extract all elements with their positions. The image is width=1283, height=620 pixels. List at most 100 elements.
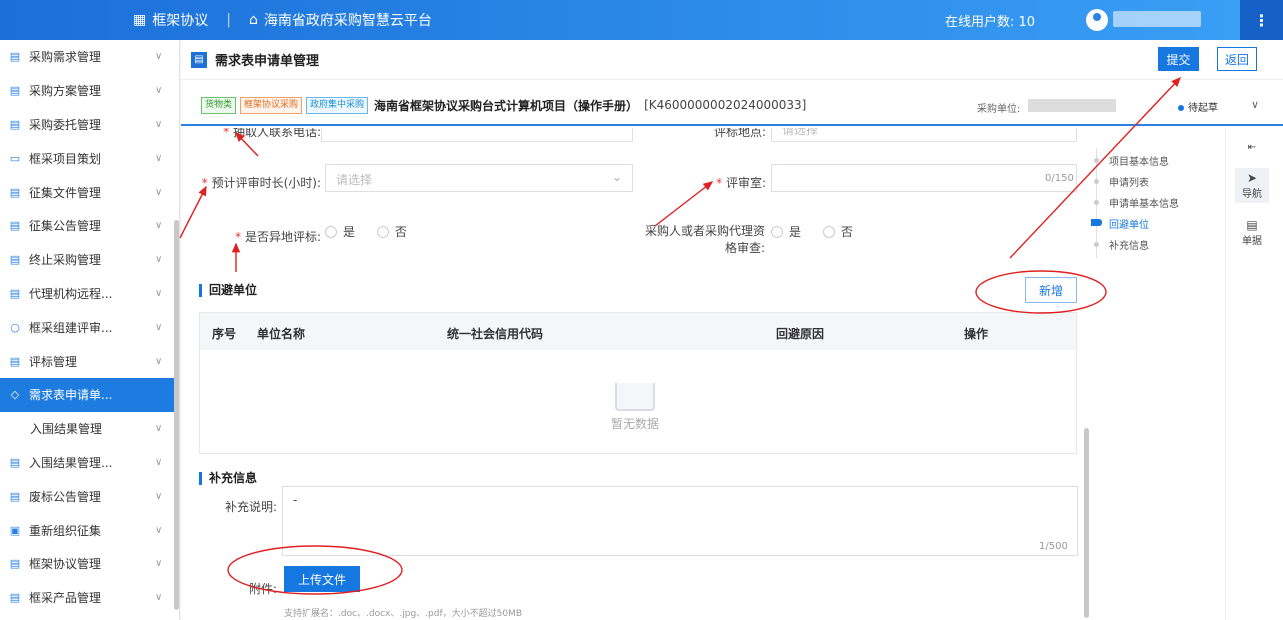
sidebar-item[interactable]: 入围结果管理 ∨ <box>0 412 179 446</box>
sidebar-item[interactable]: ▤ 终止采购管理 ∨ <box>0 243 179 277</box>
sidebar-item[interactable]: ▤ 评标管理 ∨ <box>0 344 179 378</box>
doc-icon: ▤ <box>9 557 21 571</box>
place-select[interactable]: 请选择 <box>771 128 1077 142</box>
sidebar-item[interactable]: ◇ 需求表申请单... <box>0 377 179 412</box>
anchor-dot <box>1094 158 1099 163</box>
form-icon: ▤ <box>191 51 207 68</box>
anchor-nav: 项目基本信息 申请列表 申请单基本信息 回避单位 补充信息 <box>1091 128 1221 328</box>
sidebar-item[interactable]: ▤ 框架协议管理 ∨ <box>0 547 179 581</box>
tag-framework: 框架协议采购 <box>240 96 303 114</box>
top-bar: ▦ 框架协议 | ⌂ 海南省政府采购智慧云平台 在线用户数: 10 ⋮ <box>0 0 1283 40</box>
chevron-down-icon: ∨ <box>155 254 163 266</box>
phone-input[interactable] <box>321 128 633 142</box>
doc-icon: ▤ <box>9 219 21 233</box>
chevron-down-icon: ∨ <box>155 287 163 299</box>
anchor-project-info[interactable]: 项目基本信息 <box>1109 153 1169 168</box>
avoid-units-table: 序号 单位名称 统一社会信用代码 回避原因 操作 暂无数据 <box>199 312 1077 454</box>
section-supplement: 补充信息 <box>199 472 257 485</box>
anchor-apply-info[interactable]: 申请单基本信息 <box>1109 195 1179 210</box>
username-redacted[interactable] <box>1113 11 1201 27</box>
desc-textarea[interactable]: - <box>282 486 1078 556</box>
chevron-down-icon: ∨ <box>155 118 163 130</box>
avatar[interactable] <box>1086 9 1108 31</box>
sidebar-item[interactable]: ▤ 框采产品管理 ∨ <box>0 581 179 615</box>
doc-icon: ▤ <box>9 455 21 469</box>
sidebar: ▤ 采购需求管理 ∨ ▤ 采购方案管理 ∨ ▤ 采购委托管理 ∨ ▭ 框采项目策划 ∨ ▤ 征集文件管理 ∨… <box>0 40 180 620</box>
sidebar-item[interactable]: ▤ 入围结果管理... ∨ <box>0 446 179 480</box>
desc-label: 补充说明: <box>224 500 277 514</box>
anchor-avoid-units[interactable]: 回避单位 <box>1109 216 1149 231</box>
doc-icon: ▤ <box>9 253 21 267</box>
sidebar-item[interactable]: ▤ 采购委托管理 ∨ <box>0 108 179 142</box>
nav-button[interactable]: ➤ 导航 <box>1235 168 1269 203</box>
empty-state: 暂无数据 <box>605 383 665 432</box>
platform-name[interactable]: 海南省政府采购智慧云平台 <box>264 10 432 30</box>
sidebar-item[interactable]: ▤ 征集文件管理 ∨ <box>0 175 179 209</box>
navigate-icon: ➤ <box>1246 171 1258 185</box>
brand-label[interactable]: 框架协议 <box>152 10 208 30</box>
collapse-icon[interactable]: ⇤ <box>1235 142 1269 153</box>
online-users: 在线用户数: 10 <box>945 15 1036 30</box>
upload-button[interactable]: 上传文件 <box>284 566 360 592</box>
purchase-unit-label: 采购单位: <box>977 104 1021 115</box>
sidebar-item[interactable]: ▤ 废标公告管理 ∨ <box>0 479 179 513</box>
duration-select[interactable]: 请选择 ⌄ <box>325 164 633 192</box>
doc-icon: ▤ <box>9 84 21 98</box>
sidebar-menu: ▤ 采购需求管理 ∨ ▤ 采购方案管理 ∨ ▤ 采购委托管理 ∨ ▭ 框采项目策划 ∨ ▤ 征集文件管理 ∨… <box>0 40 179 615</box>
anchor-apply-list[interactable]: 申请列表 <box>1109 174 1149 189</box>
doc-label: 单据 <box>1242 236 1262 247</box>
radio-yes[interactable] <box>325 226 337 238</box>
status-badge: 待起草 <box>1178 99 1218 114</box>
phone-label: * 抽取人联系电话: <box>223 128 321 139</box>
page-title: 需求表申请单管理 <box>215 54 320 69</box>
remote-label: * 是否异地评标: <box>235 230 321 244</box>
submit-button[interactable]: 提交 <box>1158 47 1199 71</box>
doc-icon: ▤ <box>9 117 21 131</box>
sidebar-item-label: 评标管理 <box>29 354 78 369</box>
chevron-down-icon: ∨ <box>155 558 163 570</box>
sidebar-item[interactable]: ○ 框采组建评审... ∨ <box>0 310 179 344</box>
sidebar-scrollbar[interactable] <box>174 220 179 610</box>
sidebar-item[interactable]: ▭ 框采项目策划 ∨ <box>0 141 179 175</box>
anchor-supplement[interactable]: 补充信息 <box>1109 237 1149 252</box>
anchor-dot <box>1094 179 1099 184</box>
more-icon[interactable]: ⋮ <box>1240 0 1283 40</box>
doc-icon: ▤ <box>9 354 21 368</box>
add-button[interactable]: 新增 <box>1025 277 1077 303</box>
sidebar-item[interactable]: ▣ 重新组织征集 ∨ <box>0 513 179 547</box>
sidebar-item[interactable]: ▤ 采购需求管理 ∨ <box>0 40 179 74</box>
doc-icon: ▤ <box>9 489 21 503</box>
review-label: 采购人或者采购代理资 格审查: <box>644 224 765 255</box>
sidebar-item[interactable]: ▤ 代理机构远程... ∨ <box>0 277 179 311</box>
chevron-down-icon: ∨ <box>155 592 163 604</box>
doc-icon: ▤ <box>9 591 21 605</box>
sidebar-item-label: 框采组建评审... <box>29 320 113 335</box>
radio-no[interactable] <box>822 226 835 238</box>
sidebar-item[interactable]: ▤ 征集公告管理 ∨ <box>0 209 179 243</box>
empty-tray-icon <box>615 383 655 411</box>
room-input[interactable] <box>771 164 1077 192</box>
chevron-down-icon: ∨ <box>155 490 163 502</box>
sidebar-item-label: 重新组织征集 <box>29 523 102 538</box>
page-header: ▤ 需求表申请单管理 提交 返回 <box>181 40 1283 80</box>
sidebar-item-label: 采购方案管理 <box>29 84 102 99</box>
section-avoid-units: 回避单位 <box>199 284 257 297</box>
form-scrollbar[interactable] <box>1084 428 1089 618</box>
brand: ▦ 框架协议 | ⌂ 海南省政府采购智慧云平台 <box>133 0 432 40</box>
purchase-unit-redacted <box>1028 99 1116 112</box>
chevron-down-icon: ∨ <box>155 85 163 97</box>
grid-icon: ▦ <box>133 12 147 28</box>
col-reason: 回避原因 <box>776 327 825 341</box>
form-area: * 抽取人联系电话: 评标地点: 请选择 * 预计评审时长(小时): 请选择 ⌄ … <box>181 128 1091 620</box>
review-radio-group: 是 否 <box>771 223 853 240</box>
doc-button[interactable]: ▤ 单据 <box>1235 218 1269 247</box>
chevron-down-icon: ∨ <box>155 152 163 164</box>
chevron-down-icon[interactable]: ∨ <box>1251 98 1259 111</box>
back-button[interactable]: 返回 <box>1217 47 1257 71</box>
col-action: 操作 <box>964 327 989 341</box>
upload-hint: 支持扩展名：.doc、.docx、.jpg、.pdf，大小不超过50MB <box>284 609 523 619</box>
sidebar-item[interactable]: ▤ 采购方案管理 ∨ <box>0 74 179 108</box>
document-icon: ▤ <box>1246 218 1258 232</box>
radio-no[interactable] <box>376 226 389 238</box>
radio-yes[interactable] <box>771 226 783 238</box>
